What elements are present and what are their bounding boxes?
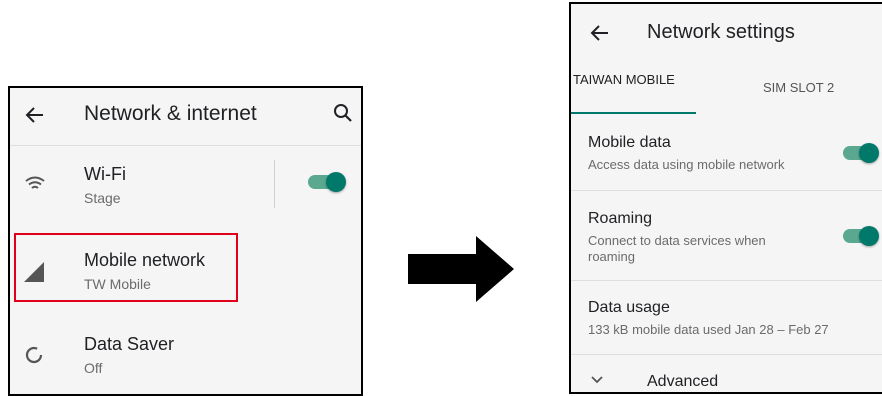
list-item-roaming[interactable]: Roaming Connect to data services when ro… [571, 192, 882, 280]
back-arrow-icon[interactable] [24, 104, 46, 126]
roaming-summary-line2: roaming [588, 249, 635, 264]
search-icon[interactable] [332, 102, 354, 124]
tab-sim-slot-2[interactable]: SIM SLOT 2 [731, 64, 861, 114]
wifi-status: Stage [84, 190, 121, 206]
left-screen: Network & internet Wi-Fi Stage Mobile ne… [8, 86, 363, 396]
tab-taiwan-mobile[interactable]: TAIWAN MOBILE [571, 64, 696, 114]
advanced-label: Advanced [647, 373, 719, 390]
tab-label: SIM SLOT 2 [763, 80, 835, 95]
list-item-advanced[interactable]: Advanced [571, 356, 882, 392]
data-saver-icon [24, 345, 44, 365]
toggle-thumb [859, 143, 879, 163]
data-saver-status: Off [84, 360, 103, 376]
page-title: Network & internet [84, 102, 257, 125]
data-saver-label: Data Saver [84, 334, 175, 354]
wifi-icon [24, 175, 46, 193]
mobile-data-label: Mobile data [588, 134, 671, 151]
roaming-toggle[interactable] [841, 225, 881, 247]
tab-label: TAIWAN MOBILE [573, 72, 675, 87]
list-item-wifi[interactable]: Wi-Fi Stage [10, 146, 361, 216]
chevron-down-icon [591, 376, 603, 384]
right-screen: Network settings TAIWAN MOBILE SIM SLOT … [569, 2, 882, 394]
highlight-box [14, 233, 238, 302]
list-item-data-saver[interactable]: Data Saver Off [10, 308, 361, 394]
item-divider [571, 190, 882, 191]
data-usage-summary: 133 kB mobile data used Jan 28 – Feb 27 [588, 322, 829, 337]
mobile-data-toggle[interactable] [841, 142, 881, 164]
page-title: Network settings [647, 21, 795, 43]
item-divider [571, 280, 882, 281]
wifi-toggle[interactable] [306, 171, 348, 193]
toggle-thumb [326, 172, 346, 192]
vertical-divider [274, 160, 275, 208]
back-arrow-icon[interactable] [589, 22, 611, 44]
right-arrow-icon [408, 236, 514, 302]
tab-indicator [571, 112, 696, 114]
list-item-data-usage[interactable]: Data usage 133 kB mobile data used Jan 2… [571, 282, 882, 354]
data-usage-label: Data usage [588, 299, 670, 316]
mobile-data-summary: Access data using mobile network [588, 157, 785, 172]
item-divider [571, 354, 882, 355]
list-item-mobile-data[interactable]: Mobile data Access data using mobile net… [571, 116, 882, 192]
toggle-thumb [859, 226, 879, 246]
roaming-summary-line1: Connect to data services when [588, 233, 766, 248]
wifi-label: Wi-Fi [84, 164, 126, 184]
roaming-label: Roaming [588, 210, 653, 227]
